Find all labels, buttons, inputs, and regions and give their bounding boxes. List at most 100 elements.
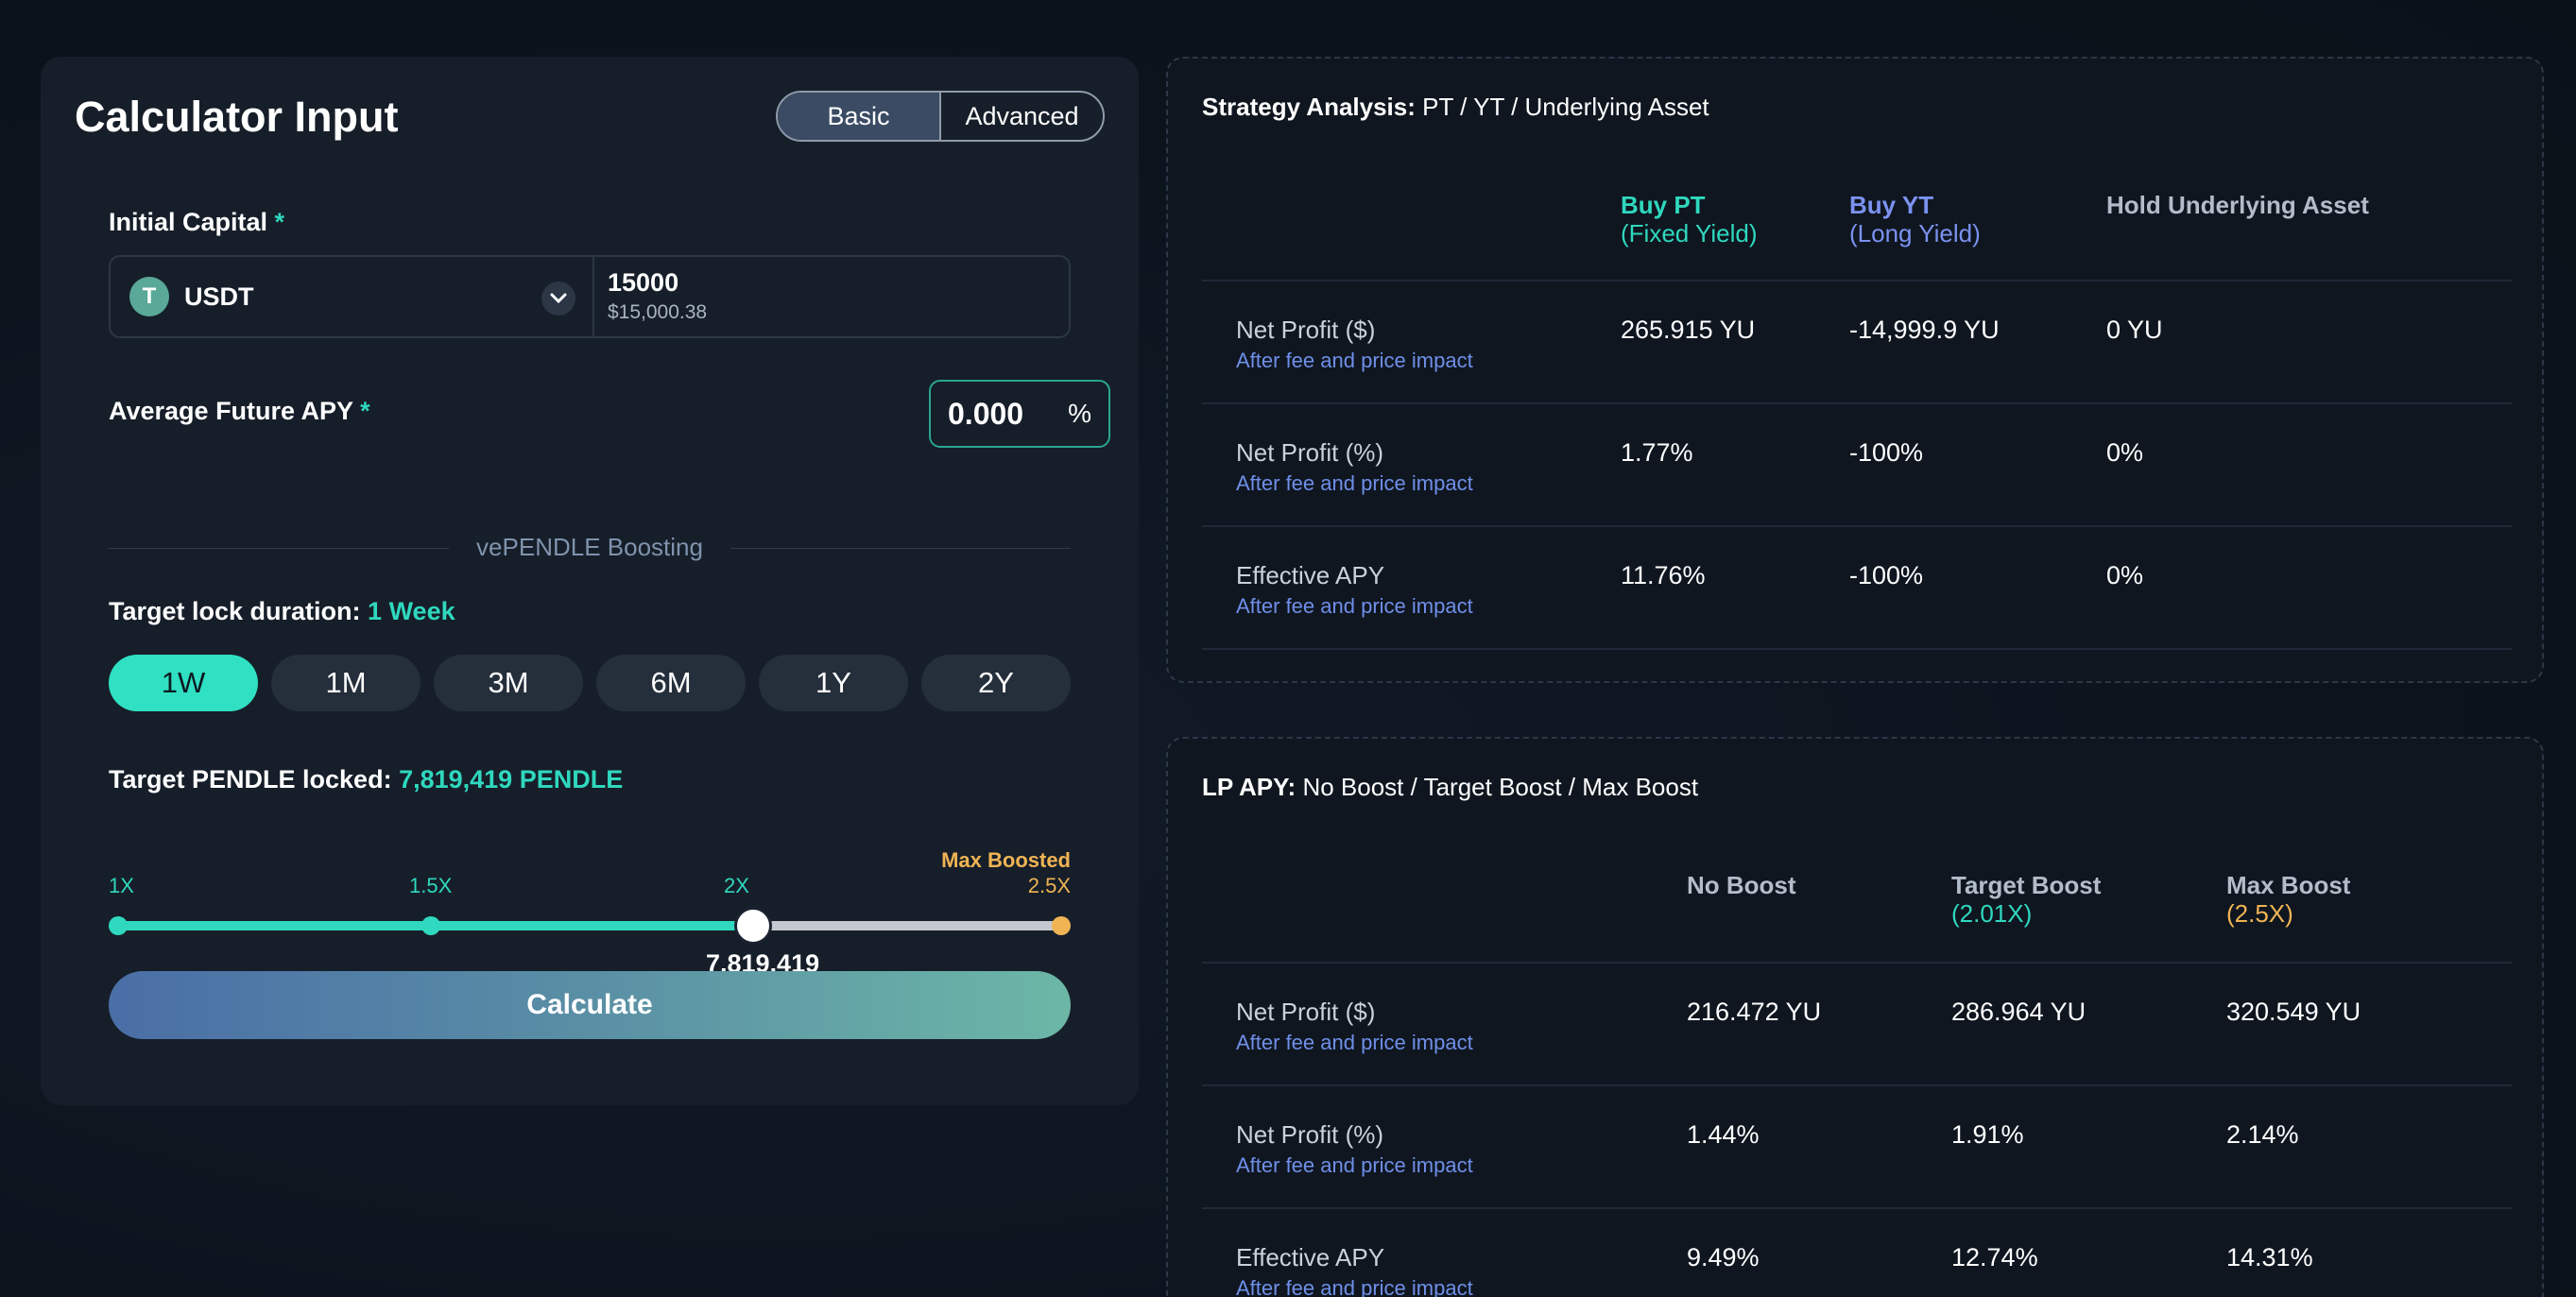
strategy-cell: 0% — [2106, 561, 2144, 589]
row-label-net-profit-pct: Net Profit (%) After fee and price impac… — [1236, 1120, 1473, 1178]
apy-label: Average Future APY * — [109, 397, 370, 426]
strategy-cell: 0% — [2106, 438, 2144, 467]
divider-line-right — [730, 548, 1071, 549]
row-label-text: Net Profit ($) — [1236, 316, 1376, 344]
duration-1w-button[interactable]: 1W — [109, 655, 258, 711]
col-head-buy-yt-sub: (Long Yield) — [1849, 219, 1981, 247]
lp-cell: 14.31% — [2226, 1243, 2313, 1271]
row-label-net-profit-usd: Net Profit ($) After fee and price impac… — [1236, 316, 1473, 373]
slider-stop-1-5x[interactable] — [421, 916, 440, 935]
col-head-buy-pt-label: Buy PT — [1621, 191, 1706, 219]
duration-1y-button[interactable]: 1Y — [759, 655, 908, 711]
row-label-net-profit-pct: Net Profit (%) After fee and price impac… — [1236, 438, 1473, 496]
row-divider — [1202, 962, 2512, 964]
strategy-cell: -100% — [1849, 561, 1924, 589]
chevron-down-icon[interactable] — [541, 282, 575, 316]
strategy-title-rest: PT / YT / Underlying Asset — [1422, 93, 1709, 121]
row-divider — [1202, 1207, 2512, 1209]
row-label-effective-apy: Effective APY After fee and price impact — [1236, 1243, 1473, 1297]
row-divider — [1202, 648, 2512, 650]
lp-apy-panel: LP APY: No Boost / Target Boost / Max Bo… — [1166, 737, 2544, 1297]
calculator-title: Calculator Input — [75, 93, 399, 141]
lp-title-bold: LP APY: — [1202, 773, 1297, 801]
duration-6m-button[interactable]: 6M — [596, 655, 746, 711]
boosting-divider: vePENDLE Boosting — [109, 529, 1071, 567]
lock-duration-label: Target lock duration: 1 Week — [109, 597, 455, 626]
row-sub-text: After fee and price impact — [1236, 594, 1473, 618]
col-head-buy-yt-label: Buy YT — [1849, 191, 1934, 219]
col-head-no-boost: No Boost — [1687, 871, 1796, 899]
duration-2y-button[interactable]: 2Y — [921, 655, 1071, 711]
row-sub-text: After fee and price impact — [1236, 1276, 1473, 1297]
pendle-locked-value: 7,819,419 PENDLE — [399, 765, 624, 794]
strategy-title-bold: Strategy Analysis: — [1202, 93, 1416, 121]
duration-options: 1W 1M 3M 6M 1Y 2Y — [109, 655, 1071, 711]
pendle-locked-label-text: Target PENDLE locked: — [109, 765, 392, 794]
apy-input[interactable]: 0.000 % — [929, 380, 1110, 448]
row-label-text: Net Profit (%) — [1236, 438, 1384, 467]
amount-usd-value: $15,000.38 — [608, 301, 708, 323]
lp-cell: 1.91% — [1951, 1120, 2024, 1149]
lp-cell: 1.44% — [1687, 1120, 1760, 1149]
row-divider — [1202, 280, 2512, 282]
col-head-target-boost-label: Target Boost — [1951, 871, 2102, 899]
slider-stop-2-5x[interactable] — [1052, 916, 1071, 935]
tick-label-1x: 1X — [109, 874, 134, 897]
mode-toggle: Basic Advanced — [776, 91, 1105, 142]
row-label-text: Net Profit (%) — [1236, 1120, 1384, 1149]
tick-label-1-5x: 1.5X — [409, 874, 453, 897]
row-label-net-profit-usd: Net Profit ($) After fee and price impac… — [1236, 998, 1473, 1055]
strategy-cell: 265.915 YU — [1621, 316, 1756, 344]
row-sub-text: After fee and price impact — [1236, 349, 1473, 372]
row-label-text: Net Profit ($) — [1236, 998, 1376, 1026]
initial-capital-field: T USDT 15000 $15,000.38 — [109, 255, 1071, 338]
apy-unit: % — [1068, 399, 1091, 428]
col-head-hold-underlying: Hold Underlying Asset — [2106, 191, 2369, 219]
row-sub-text: After fee and price impact — [1236, 1031, 1473, 1054]
max-boosted-label: Max Boosted — [941, 848, 1071, 872]
pendle-locked-label: Target PENDLE locked: 7,819,419 PENDLE — [109, 765, 623, 794]
initial-capital-label-text: Initial Capital — [109, 208, 268, 236]
row-divider — [1202, 1084, 2512, 1086]
apy-value[interactable]: 0.000 — [948, 397, 1068, 432]
lp-title: LP APY: No Boost / Target Boost / Max Bo… — [1202, 773, 1698, 802]
slider-thumb[interactable] — [733, 907, 772, 945]
mode-basic-button[interactable]: Basic — [778, 93, 941, 140]
lp-cell: 12.74% — [1951, 1243, 2038, 1271]
col-head-max-boost-label: Max Boost — [2226, 871, 2351, 899]
col-head-buy-pt-sub: (Fixed Yield) — [1621, 219, 1758, 247]
boost-slider[interactable]: 1X 1.5X 2X Max Boosted 2.5X 7,819,419 — [109, 794, 1071, 982]
row-label-text: Effective APY — [1236, 561, 1385, 589]
row-divider — [1202, 525, 2512, 527]
row-sub-text: After fee and price impact — [1236, 471, 1473, 495]
col-head-no-boost-label: No Boost — [1687, 871, 1796, 899]
lock-duration-value: 1 Week — [368, 597, 455, 625]
tick-label-2x: 2X — [724, 874, 749, 897]
col-head-buy-pt: Buy PT (Fixed Yield) — [1621, 191, 1758, 247]
slider-stop-1x[interactable] — [109, 916, 128, 935]
amount-value[interactable]: 15000 — [608, 268, 1069, 298]
row-label-text: Effective APY — [1236, 1243, 1385, 1271]
token-select[interactable]: T USDT — [111, 257, 594, 336]
col-head-target-boost-sub: (2.01X) — [1951, 899, 2033, 928]
amount-input[interactable]: 15000 $15,000.38 — [594, 257, 1069, 336]
initial-capital-label: Initial Capital * — [109, 208, 284, 237]
usdt-token-icon: T — [129, 277, 169, 316]
strategy-analysis-panel: Strategy Analysis: PT / YT / Underlying … — [1166, 57, 2544, 683]
lp-title-rest: No Boost / Target Boost / Max Boost — [1302, 773, 1699, 801]
row-divider — [1202, 402, 2512, 404]
lp-cell: 2.14% — [2226, 1120, 2299, 1149]
strategy-cell: 1.77% — [1621, 438, 1693, 467]
row-label-effective-apy: Effective APY After fee and price impact — [1236, 561, 1473, 619]
col-head-max-boost: Max Boost (2.5X) — [2226, 871, 2350, 928]
required-mark: * — [360, 397, 370, 425]
strategy-cell: -14,999.9 YU — [1849, 316, 2000, 344]
lp-cell: 286.964 YU — [1951, 998, 2087, 1026]
mode-advanced-button[interactable]: Advanced — [941, 93, 1103, 140]
apy-label-text: Average Future APY — [109, 397, 353, 425]
strategy-title: Strategy Analysis: PT / YT / Underlying … — [1202, 93, 1709, 122]
duration-3m-button[interactable]: 3M — [434, 655, 583, 711]
duration-1m-button[interactable]: 1M — [271, 655, 421, 711]
calculate-button[interactable]: Calculate — [109, 971, 1071, 1039]
row-sub-text: After fee and price impact — [1236, 1153, 1473, 1177]
